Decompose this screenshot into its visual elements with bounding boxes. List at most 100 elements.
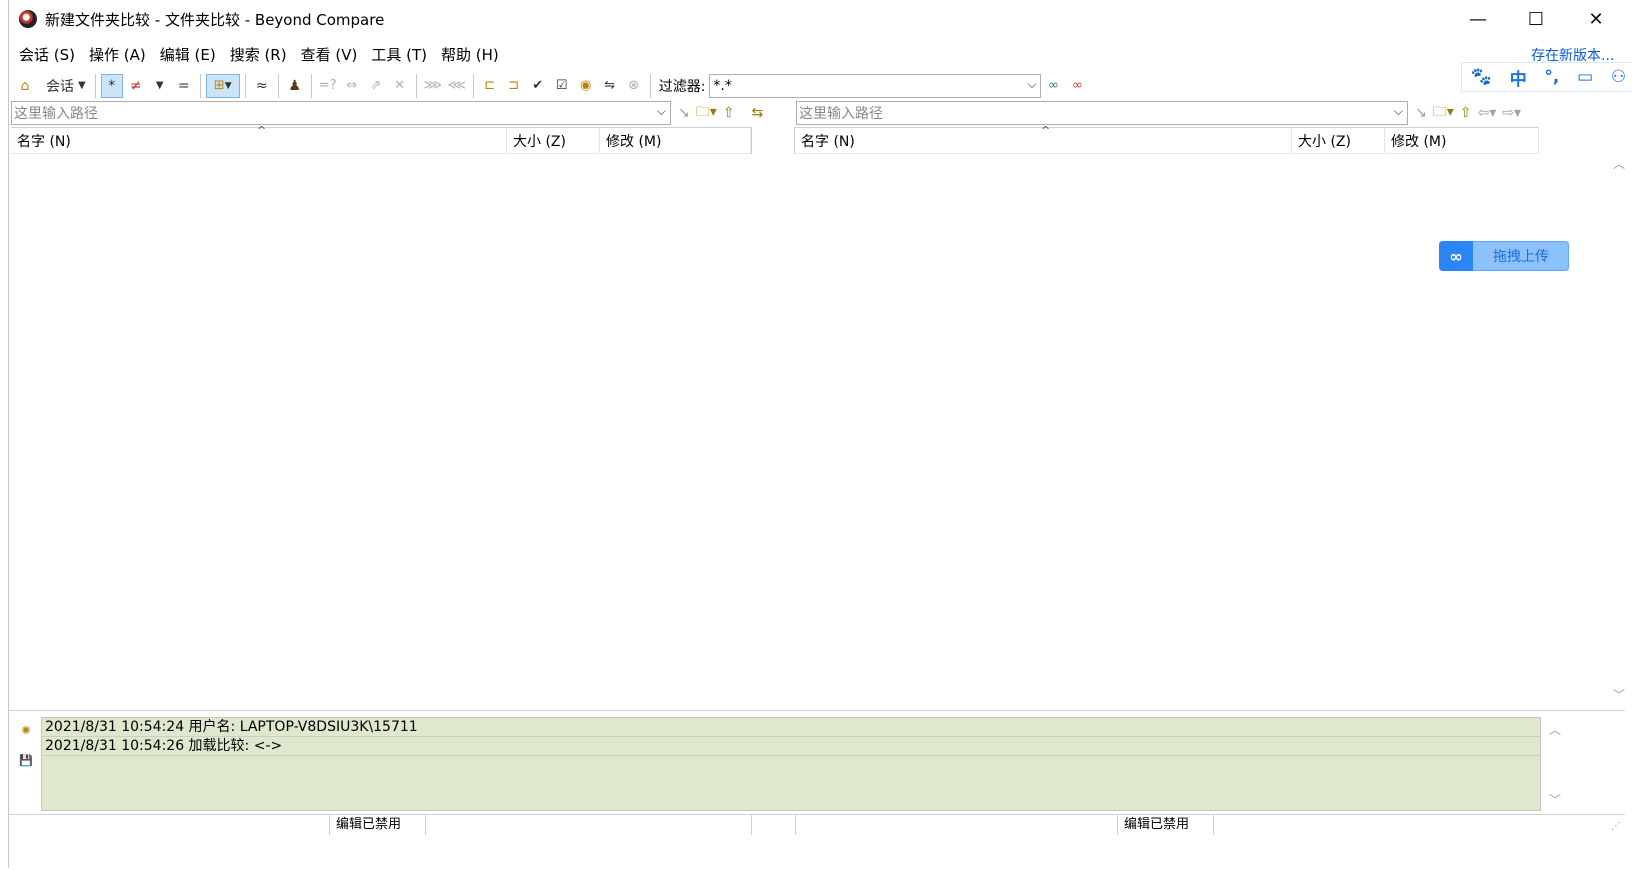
chevron-down-icon[interactable]: ⌵	[1027, 77, 1036, 92]
toolbar-separator	[415, 73, 417, 98]
user-rules-icon[interactable]: ♟	[284, 74, 306, 98]
swap-sides-icon[interactable]: ⇆	[752, 105, 764, 121]
punctuation-icon[interactable]: °,	[1544, 67, 1559, 87]
toolbar-separator	[649, 73, 651, 98]
delete-icon[interactable]: ✕	[389, 74, 411, 98]
compare-icon[interactable]: =?	[317, 74, 339, 98]
move-icon[interactable]: ⇗	[365, 74, 387, 98]
session-button[interactable]: 会话 ▼	[38, 74, 90, 98]
screen-icon[interactable]: ▭	[1577, 67, 1593, 87]
drag-upload-widget[interactable]: ∞ 拖拽上传	[1439, 241, 1569, 271]
close-button[interactable]: ✕	[1565, 0, 1627, 38]
title-bar: 新建文件夹比较 - 文件夹比较 - Beyond Compare — ☐ ✕	[9, 0, 1632, 38]
right-col-modified-label: 修改 (M)	[1391, 133, 1447, 150]
toolbar-separator	[310, 73, 312, 98]
vertical-scrollbar[interactable]: ︿ ﹀	[1609, 127, 1629, 709]
ime-toolbar: 🐾 中 °, ▭ ⚇	[1461, 62, 1632, 92]
right-path-input[interactable]: 这里输入路径 ⌵	[796, 101, 1408, 125]
glasses-off-icon[interactable]: ∞	[1066, 74, 1088, 98]
select-all-check-icon[interactable]: ☑	[551, 74, 573, 98]
stop-icon[interactable]: ⊗	[623, 74, 645, 98]
ime-language-toggle[interactable]: 中	[1510, 65, 1527, 90]
left-col-name[interactable]: 名字 (N) ^	[11, 124, 507, 153]
log-scroll-down-icon[interactable]: ﹀	[1549, 791, 1561, 808]
go-arrow-icon[interactable]: ↘	[1415, 105, 1427, 121]
left-edit-status: 编辑已禁用	[329, 815, 425, 835]
chevron-down-icon: ▼	[78, 80, 86, 91]
approx-icon[interactable]: ≈	[251, 74, 273, 98]
menu-help[interactable]: 帮助 (H)	[441, 44, 499, 65]
scroll-down-icon[interactable]: ﹀	[1613, 686, 1625, 703]
save-icon[interactable]: 💾	[19, 753, 33, 767]
menu-actions[interactable]: 操作 (A)	[89, 44, 146, 65]
back-icon[interactable]: ⇦▾	[1478, 105, 1497, 121]
left-col-size-label: 大小 (Z)	[513, 133, 566, 150]
menu-bar: 会话 (S) 操作 (A) 编辑 (E) 搜索 (R) 查看 (V) 工具 (T…	[9, 40, 1632, 68]
resize-grip-icon[interactable]: ⋰	[1611, 821, 1621, 832]
swap-icon[interactable]: ⇋	[599, 74, 621, 98]
main-toolbar: ⌂ 会话 ▼ * ≠ ▼ = ⊞ ▼ ≈ ♟ =? ⇔ ⇗ ✕ ⋙ ⋘ ⊏ ⊐ ✔…	[9, 70, 1469, 101]
ear-icon[interactable]: ◉	[575, 74, 597, 98]
tree-collapse-icon[interactable]: ⊐	[503, 74, 525, 98]
left-status-empty	[9, 815, 329, 835]
folder-up-icon[interactable]: ⇧	[1460, 105, 1472, 121]
gear-icon[interactable]: ✺	[19, 723, 33, 737]
filter-input[interactable]: *.* ⌵	[709, 73, 1042, 98]
log-scroll-up-icon[interactable]: ︿	[1549, 721, 1561, 738]
home-icon[interactable]: ⌂	[14, 74, 36, 98]
left-path-input[interactable]: 这里输入路径 ⌵	[11, 101, 671, 125]
status-spacer	[795, 815, 1117, 835]
status-bar: 编辑已禁用 编辑已禁用 ⋰	[9, 814, 1625, 835]
toolbar-separator	[199, 73, 201, 98]
glasses-icon[interactable]: ∞	[1042, 74, 1064, 98]
sort-ascending-icon: ^	[1041, 124, 1051, 137]
filter-label: 过滤器:	[658, 78, 706, 95]
menu-tools[interactable]: 工具 (T)	[371, 44, 427, 65]
chevron-down-icon[interactable]: ▼	[149, 74, 171, 98]
menu-edit[interactable]: 编辑 (E)	[160, 44, 216, 65]
show-same-button[interactable]: =	[173, 74, 195, 98]
folder-browse-icon[interactable]: 🗀▾	[696, 101, 717, 125]
folder-browse-icon[interactable]: 🗀▾	[1433, 101, 1454, 125]
center-gutter	[751, 127, 795, 154]
go-arrow-icon[interactable]: ↘	[678, 105, 690, 121]
right-col-name[interactable]: 名字 (N) ^	[795, 124, 1292, 153]
select-check-icon[interactable]: ✔	[527, 74, 549, 98]
right-column-header: 名字 (N) ^ 大小 (Z) 修改 (M)	[795, 124, 1539, 154]
toolbar-separator	[244, 73, 246, 98]
paw-icon[interactable]: 🐾	[1471, 67, 1492, 87]
right-edit-status: 编辑已禁用	[1117, 815, 1213, 835]
user-icon[interactable]: ⚇	[1611, 67, 1626, 87]
tree-expand-icon[interactable]: ⊏	[479, 74, 501, 98]
show-differences-button[interactable]: ≠	[125, 74, 147, 98]
log-output[interactable]: 2021/8/31 10:54:24 用户名: LAPTOP-V8DSIU3K\…	[41, 717, 1541, 811]
right-col-modified[interactable]: 修改 (M)	[1385, 128, 1539, 153]
left-column-header: 名字 (N) ^ 大小 (Z) 修改 (M)	[11, 124, 751, 154]
forward-icon[interactable]: ⇨▾	[1502, 105, 1521, 121]
copy-right-icon[interactable]: ⋙	[422, 74, 444, 98]
toolbar-separator	[472, 73, 474, 98]
right-path-placeholder: 这里输入路径	[799, 106, 883, 122]
scroll-up-icon[interactable]: ︿	[1613, 155, 1625, 172]
menu-search[interactable]: 搜索 (R)	[230, 44, 287, 65]
chevron-down-icon[interactable]: ⌵	[657, 104, 666, 119]
expand-folders-button[interactable]: ⊞ ▼	[205, 73, 240, 98]
toolbar-separator	[277, 73, 279, 98]
menu-session[interactable]: 会话 (S)	[19, 44, 75, 65]
maximize-button[interactable]: ☐	[1507, 0, 1565, 38]
right-path-bar: 这里输入路径 ⌵ ↘ 🗀▾ ⇧ ⇦▾ ⇨▾	[796, 100, 1524, 126]
minimize-button[interactable]: —	[1449, 0, 1507, 38]
left-path-bar: 这里输入路径 ⌵ ↘ 🗀▾ ⇧ ⇆	[11, 100, 766, 126]
right-col-size[interactable]: 大小 (Z)	[1292, 128, 1385, 153]
show-all-button[interactable]: *	[100, 73, 123, 98]
left-col-size[interactable]: 大小 (Z)	[507, 128, 600, 153]
app-icon	[19, 10, 37, 28]
left-col-modified[interactable]: 修改 (M)	[600, 128, 751, 153]
folder-up-icon[interactable]: ⇧	[723, 105, 735, 121]
right-path-buttons: ↘ 🗀▾ ⇧ ⇦▾ ⇨▾	[1412, 101, 1524, 125]
menu-view[interactable]: 查看 (V)	[301, 44, 358, 65]
copy-left-icon[interactable]: ⋘	[446, 74, 468, 98]
chevron-down-icon[interactable]: ⌵	[1394, 104, 1403, 119]
window-title: 新建文件夹比较 - 文件夹比较 - Beyond Compare	[45, 11, 385, 29]
copy-icon[interactable]: ⇔	[341, 74, 363, 98]
